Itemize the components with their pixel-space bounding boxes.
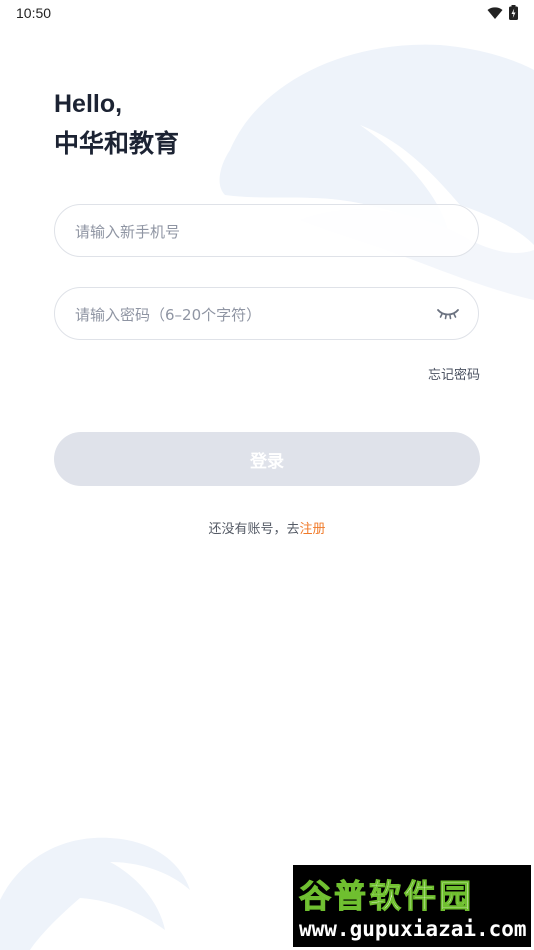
wifi-icon	[487, 6, 503, 19]
watermark-title: 谷普软件园	[298, 877, 475, 916]
watermark-url: www.gupuxiazai.com	[299, 917, 527, 941]
password-field[interactable]	[54, 287, 479, 341]
register-prompt: 还没有账号，去	[208, 522, 300, 537]
battery-icon	[509, 5, 518, 20]
register-row: 还没有账号，去注册	[0, 518, 534, 537]
status-time: 10:50	[16, 5, 52, 21]
greeting-brand: 中华和教育	[54, 129, 180, 158]
password-input[interactable]	[73, 288, 427, 341]
greeting-hello: Hello,	[54, 90, 123, 118]
forgot-password-link[interactable]: 忘记密码	[428, 364, 480, 383]
phone-input[interactable]	[73, 205, 427, 258]
eye-closed-icon[interactable]	[436, 304, 460, 324]
status-icons	[487, 5, 518, 20]
phone-field[interactable]	[54, 204, 479, 258]
register-link[interactable]: 注册	[300, 522, 326, 537]
login-button[interactable]: 登录	[54, 432, 480, 486]
status-bar: 10:50	[0, 0, 534, 28]
watermark: 谷普软件园 www.gupuxiazai.com	[293, 865, 531, 947]
